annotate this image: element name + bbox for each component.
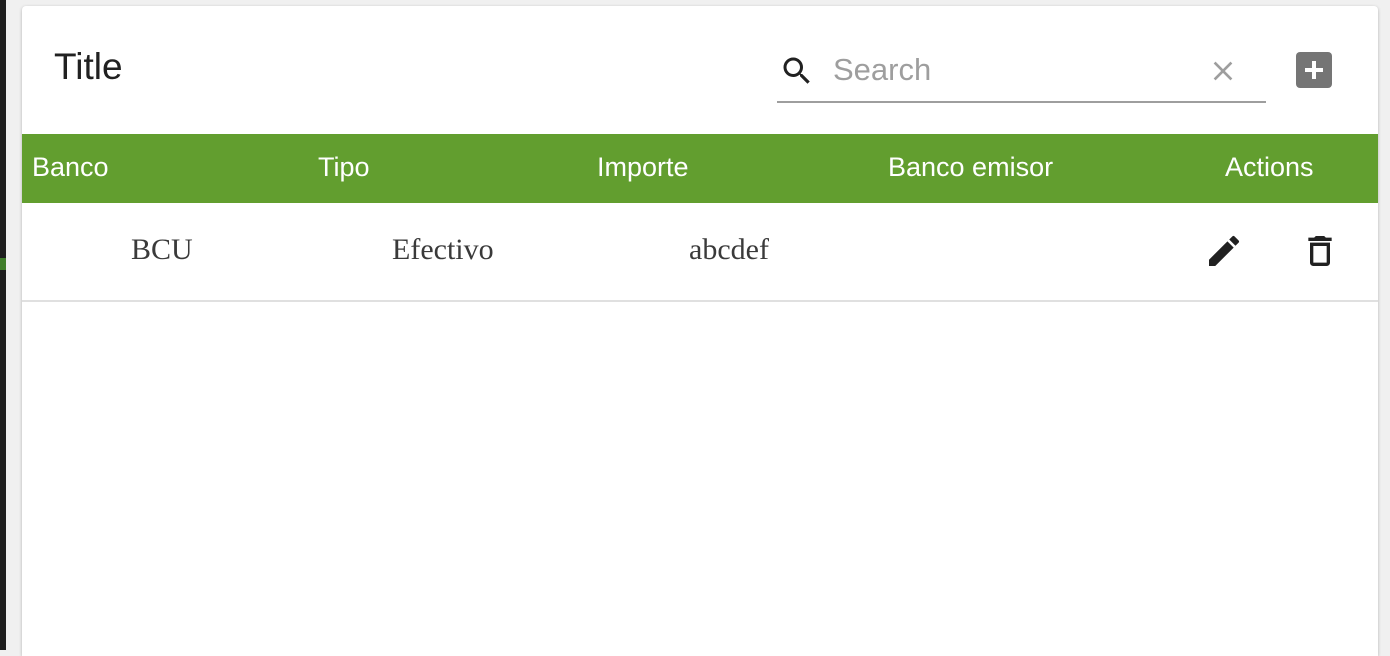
column-header-banco-emisor[interactable]: Banco emisor <box>888 134 1053 203</box>
window-left-edge <box>0 0 6 650</box>
column-header-actions: Actions <box>1225 152 1314 182</box>
search-field[interactable] <box>777 46 1266 103</box>
table-header-row: Banco Tipo Importe Banco emisor Actions <box>22 134 1378 203</box>
column-header-banco[interactable]: Banco <box>32 134 109 203</box>
edit-icon[interactable] <box>1204 231 1244 271</box>
search-icon <box>783 57 810 84</box>
column-header-tipo[interactable]: Tipo <box>318 134 370 203</box>
edge-marker <box>0 258 6 270</box>
search-input[interactable] <box>833 48 1193 92</box>
cell-banco: BCU <box>131 233 193 266</box>
add-button[interactable] <box>1296 52 1332 88</box>
close-icon[interactable] <box>1207 55 1239 87</box>
table-toolbar: Title <box>22 6 1378 134</box>
delete-icon[interactable] <box>1300 231 1340 271</box>
table-row[interactable]: BCU Efectivo abcdef <box>22 203 1378 302</box>
table-title: Title <box>54 46 123 87</box>
data-table-card: Title Banco Tipo Importe Banco emisor Ac… <box>22 6 1378 656</box>
column-header-importe[interactable]: Importe <box>597 134 689 203</box>
cell-tipo: Efectivo <box>392 233 494 266</box>
cell-importe: abcdef <box>689 233 769 266</box>
add-icon <box>1305 61 1323 79</box>
